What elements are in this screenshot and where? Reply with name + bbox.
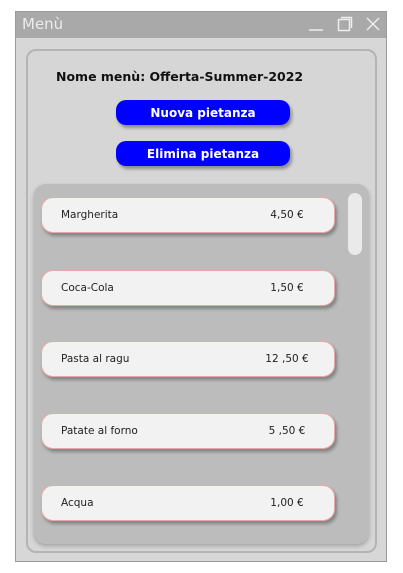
dish-price: 5 ,50 € — [268, 425, 306, 437]
dish-price: 1,00 € — [270, 497, 304, 509]
list-item[interactable]: Coca-Cola 1,50 € — [41, 270, 335, 306]
maximize-icon[interactable] — [337, 16, 353, 32]
dish-name: Patate al forno — [61, 425, 138, 437]
menu-name-label: Nome menù: Offerta-Summer-2022 — [56, 69, 304, 84]
close-icon[interactable] — [365, 16, 381, 32]
list-item[interactable]: Pasta al ragu 12 ,50 € — [41, 341, 335, 377]
list-item[interactable]: Margherita 4,50 € — [41, 197, 335, 233]
window-title: Menù — [22, 15, 64, 33]
dish-price: 1,50 € — [270, 282, 304, 294]
dish-name: Acqua — [61, 497, 94, 509]
minimize-icon[interactable] — [308, 16, 324, 32]
dish-list[interactable]: Margherita 4,50 € Coca-Cola 1,50 € Pasta… — [34, 184, 369, 544]
dish-name: Margherita — [61, 209, 119, 221]
menu-panel: Nome menù: Offerta-Summer-2022 Nuova pie… — [26, 49, 377, 553]
new-dish-button[interactable]: Nuova pietanza — [116, 100, 290, 125]
list-item[interactable]: Patate al forno 5 ,50 € — [41, 413, 335, 449]
dish-price: 4,50 € — [270, 209, 304, 221]
dish-name: Coca-Cola — [61, 282, 114, 294]
menu-window: Menù Nome menù: Offerta-Summer-2022 Nuov… — [15, 11, 387, 562]
title-bar[interactable]: Menù — [16, 12, 386, 38]
dish-price: 12 ,50 € — [265, 353, 309, 365]
delete-dish-button[interactable]: Elimina pietanza — [116, 141, 290, 166]
dish-name: Pasta al ragu — [61, 353, 130, 365]
list-item[interactable]: Acqua 1,00 € — [41, 485, 335, 521]
scrollbar-thumb[interactable] — [348, 193, 362, 255]
